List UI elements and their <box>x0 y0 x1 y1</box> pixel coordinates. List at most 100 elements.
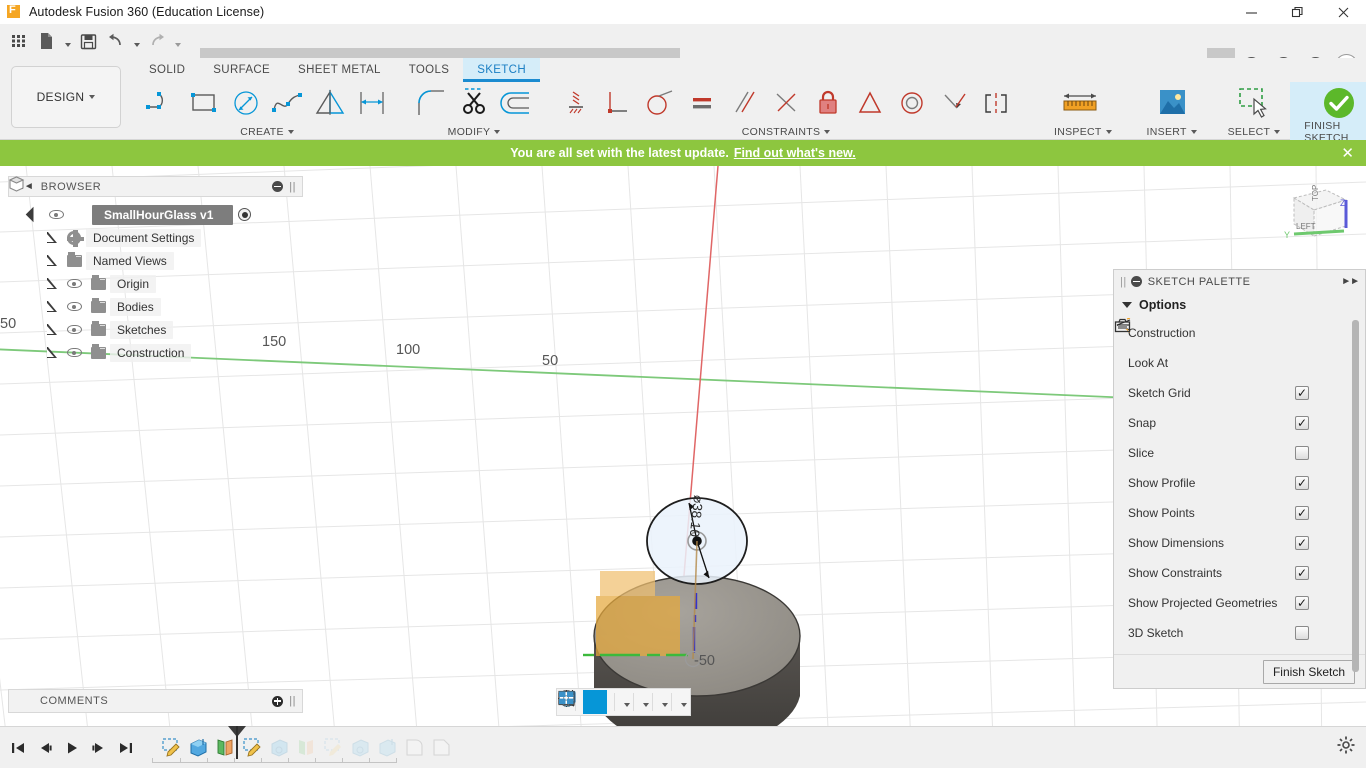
visibility-icon[interactable] <box>62 302 86 311</box>
banner-close-icon[interactable]: ✕ <box>1341 144 1354 162</box>
finish-sketch-check-icon[interactable] <box>1304 83 1366 123</box>
palette-row-slice[interactable]: Slice <box>1114 438 1365 468</box>
visibility-icon[interactable] <box>62 325 86 334</box>
sketch-dimension-icon[interactable] <box>351 83 393 123</box>
rectangle-icon[interactable] <box>183 83 225 123</box>
circle-diameter-icon[interactable] <box>225 83 267 123</box>
expand-collapse-icon[interactable] <box>40 301 62 312</box>
chevron-down-icon[interactable] <box>824 130 831 134</box>
tangent-constraint-icon[interactable] <box>639 83 681 123</box>
ribbon-group-inspect-label[interactable]: INSPECT <box>1054 126 1102 138</box>
snap-checkbox[interactable] <box>1295 416 1309 430</box>
fix-unfix-constraint-icon[interactable] <box>807 83 849 123</box>
timeline-jump-start-icon[interactable] <box>6 735 30 761</box>
tab-surface[interactable]: SURFACE <box>199 58 284 82</box>
offset-icon[interactable] <box>495 83 537 123</box>
palette-row-sketch-grid[interactable]: Sketch Grid <box>1114 378 1365 408</box>
timeline-feature-sketch-2[interactable] <box>241 736 263 760</box>
timeline-step-forward-icon[interactable] <box>87 735 111 761</box>
tree-node-construction[interactable]: Construction <box>8 341 303 364</box>
workspace-selector[interactable]: DESIGN <box>11 66 121 128</box>
tree-node-root[interactable]: SmallHourGlass v1 <box>8 176 303 226</box>
ribbon-group-insert-label[interactable]: INSERT <box>1147 126 1187 138</box>
panel-grip-icon[interactable]: || <box>1120 276 1127 288</box>
expand-collapse-icon[interactable] <box>40 278 62 289</box>
collinear-constraint-icon[interactable] <box>933 83 975 123</box>
show-points-checkbox[interactable] <box>1295 506 1309 520</box>
sketch-palette-options-section[interactable]: Options <box>1114 293 1365 318</box>
zoom-window-icon[interactable] <box>558 690 622 714</box>
timeline-feature-extrude-2[interactable] <box>349 736 371 760</box>
timeline-step-back-icon[interactable] <box>33 735 57 761</box>
timeline-feature-extrude[interactable] <box>187 736 209 760</box>
panel-grip-icon[interactable]: || <box>289 695 296 707</box>
timeline-feature-revolve[interactable] <box>214 736 236 760</box>
palette-row-show-projected-geometries[interactable]: Show Projected Geometries <box>1114 588 1365 618</box>
chevron-down-icon[interactable] <box>1190 130 1197 134</box>
symmetry-constraint-icon[interactable] <box>975 83 1017 123</box>
chevron-down-icon[interactable] <box>1105 130 1112 134</box>
visibility-icon[interactable] <box>44 210 68 219</box>
sketch-grid-checkbox[interactable] <box>1295 386 1309 400</box>
timeline-feature-sweep[interactable] <box>295 736 317 760</box>
panel-minus-icon[interactable] <box>1130 276 1142 287</box>
viewports-icon[interactable] <box>559 690 679 714</box>
tree-node-origin[interactable]: Origin <box>8 272 303 295</box>
new-document-icon[interactable] <box>34 28 60 54</box>
close-button[interactable] <box>1320 0 1366 24</box>
show-constraints-checkbox[interactable] <box>1295 566 1309 580</box>
activate-component-radio[interactable] <box>238 208 252 221</box>
spline-icon[interactable] <box>267 83 309 123</box>
comments-panel[interactable]: COMMENTS || <box>8 689 303 713</box>
diameter-dimension-label[interactable]: ⌀38.10 <box>686 494 706 537</box>
slice-checkbox[interactable] <box>1295 446 1309 460</box>
expand-collapse-icon[interactable] <box>40 347 62 358</box>
arc-icon[interactable] <box>141 83 183 123</box>
redo-icon[interactable] <box>144 28 170 54</box>
palette-row-snap[interactable]: Snap <box>1114 408 1365 438</box>
palette-row-construction[interactable]: Construction <box>1114 318 1365 348</box>
viewports-caret-icon[interactable] <box>681 703 687 707</box>
finish-sketch-button[interactable]: Finish Sketch <box>1262 659 1355 684</box>
tab-solid[interactable]: SOLID <box>135 58 199 82</box>
timeline-feature-sketch-3[interactable] <box>322 736 344 760</box>
add-comment-icon[interactable] <box>272 695 284 707</box>
maximize-button[interactable] <box>1274 0 1320 24</box>
measure-icon[interactable] <box>1054 83 1106 123</box>
viewport-canvas[interactable]: -50 - 100 50 150 100 50 ⌀38.10 ◄◄ BROWSE… <box>0 166 1366 768</box>
tree-node-document-settings[interactable]: Document Settings <box>8 226 303 249</box>
panel-minus-icon[interactable] <box>272 181 284 192</box>
banner-link[interactable]: Find out what's new. <box>734 146 856 160</box>
insert-image-icon[interactable] <box>1146 83 1198 123</box>
expand-collapse-icon[interactable] <box>40 232 62 243</box>
timeline-jump-end-icon[interactable] <box>114 735 138 761</box>
concentric-constraint-icon[interactable] <box>891 83 933 123</box>
app-grid-icon[interactable] <box>6 28 32 54</box>
timeline-feature-fillet[interactable] <box>403 736 425 760</box>
mirror-icon[interactable] <box>309 83 351 123</box>
zoom-window-caret-icon[interactable] <box>624 703 630 707</box>
show-profile-checkbox[interactable] <box>1295 476 1309 490</box>
ribbon-group-constraints-label[interactable]: CONSTRAINTS <box>742 126 821 138</box>
chevron-down-icon[interactable] <box>494 130 501 134</box>
tab-tools[interactable]: TOOLS <box>395 58 464 82</box>
palette-row-look-at[interactable]: Look At <box>1114 318 1365 378</box>
expand-right-icon[interactable]: ►► <box>1341 276 1360 287</box>
save-icon[interactable] <box>75 28 101 54</box>
display-settings-caret-icon[interactable] <box>643 703 649 707</box>
timeline-feature-extrude-3[interactable] <box>376 736 398 760</box>
timeline-feature-chamfer[interactable] <box>430 736 452 760</box>
pan-hand-icon[interactable] <box>559 690 607 714</box>
horizontal-vertical-constraint-icon[interactable] <box>555 83 597 123</box>
panel-grip-icon[interactable]: || <box>289 181 296 193</box>
timeline-feature-sketch[interactable] <box>160 736 182 760</box>
chevron-down-icon[interactable] <box>287 130 294 134</box>
grid-snaps-icon[interactable] <box>558 690 660 714</box>
palette-row-3d-sketch[interactable]: 3D Sketch <box>1114 618 1365 648</box>
timeline-feature-loft[interactable] <box>268 736 290 760</box>
view-cube[interactable]: TOP LEFT Z Y <box>1274 176 1358 254</box>
tab-sheet-metal[interactable]: SHEET METAL <box>284 58 395 82</box>
redo-caret[interactable] <box>172 28 183 54</box>
undo-caret[interactable] <box>131 28 142 54</box>
minimize-button[interactable] <box>1228 0 1274 24</box>
